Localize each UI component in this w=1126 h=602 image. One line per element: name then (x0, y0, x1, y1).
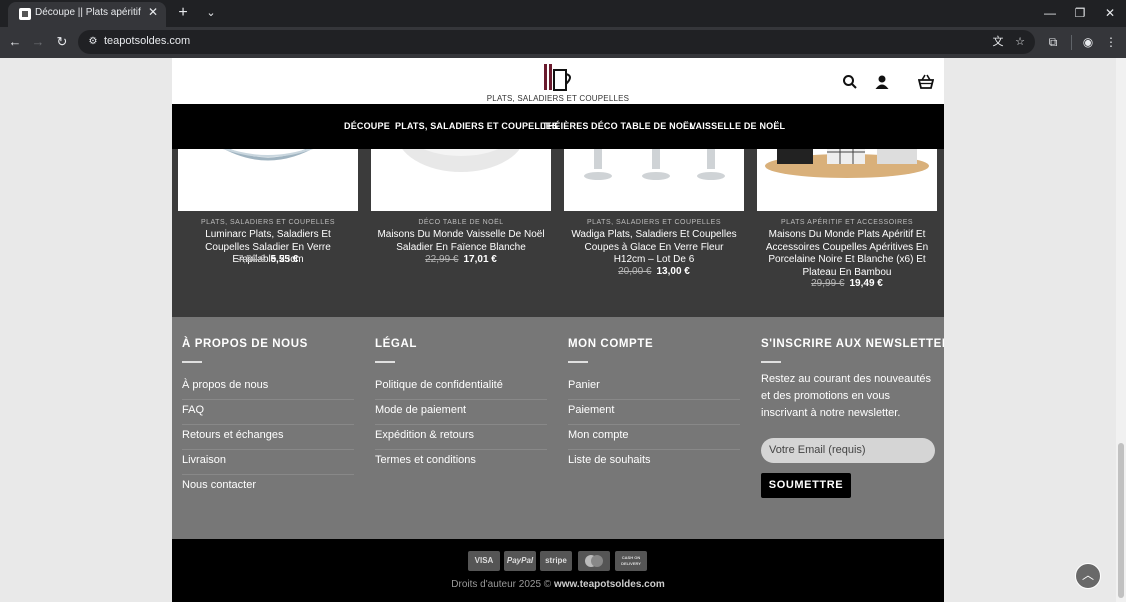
heading-divider (761, 361, 781, 363)
visa-icon: VISA (468, 551, 500, 571)
page-scrollbar[interactable] (1116, 58, 1126, 602)
newsletter-email-input[interactable]: Votre Email (requis) (761, 438, 935, 463)
reload-icon[interactable]: ↻ (53, 33, 71, 51)
site-footer: À PROPOS DE NOUS À propos de nous FAQ Re… (172, 317, 944, 539)
profile-icon[interactable]: ◉ (1079, 33, 1097, 51)
footer-heading: À PROPOS DE NOUS (182, 338, 308, 350)
restore-button[interactable]: ❐ (1071, 4, 1089, 22)
price-row: 29,99 € 19,49 € (757, 278, 937, 289)
chevron-up-icon: ︿ (1081, 568, 1094, 582)
footer-heading: MON COMPTE (568, 338, 654, 350)
product-title[interactable]: Maisons Du Monde Vaisselle De Noël Salad… (375, 229, 547, 254)
site-header: PLATS, SALADIERS ET COUPELLES (172, 58, 944, 104)
footer-heading: LÉGAL (375, 338, 417, 350)
footer-link[interactable]: Termes et conditions (375, 450, 547, 475)
footer-link[interactable]: Liste de souhaits (568, 450, 740, 475)
price-row: 7,50 € 5,55 € (178, 254, 358, 265)
minimize-button[interactable]: — (1041, 4, 1059, 22)
extensions-icon[interactable]: ⧉ (1044, 33, 1062, 51)
toolbar-separator (1071, 35, 1072, 50)
back-to-top-button[interactable]: ︿ (1075, 563, 1101, 589)
url-text: teapotsoldes.com (104, 35, 191, 47)
forward-arrow-icon[interactable]: → (29, 33, 47, 51)
menu-kebab-icon[interactable]: ⋮ (1102, 33, 1120, 51)
teapot-logo-icon (544, 64, 571, 91)
product-category[interactable]: PLATS, SALADIERS ET COUPELLES (178, 219, 358, 226)
nav-item-vaisselle-noel[interactable]: VAISSELLE DE NOËL (690, 121, 785, 131)
site-logo[interactable]: PLATS, SALADIERS ET COUPELLES (482, 62, 634, 103)
cash-on-delivery-icon: CASH ON DELIVERY (615, 551, 647, 571)
user-account-icon[interactable] (874, 74, 890, 90)
heading-divider (182, 361, 202, 363)
browser-toolbar: ← → ↻ ⚙ teapotsoldes.com 文 ☆ ⧉ ◉ ⋮ (0, 27, 1126, 58)
price-row: 22,99 € 17,01 € (371, 254, 551, 265)
footer-bottom-bar: VISA PayPal stripe CASH ON DELIVERY Droi… (172, 539, 944, 602)
footer-link[interactable]: Politique de confidentialité (375, 375, 547, 400)
footer-link[interactable]: Nous contacter (182, 475, 354, 500)
new-price: 17,01 € (463, 254, 497, 265)
scrollbar-thumb[interactable] (1118, 443, 1124, 598)
tab-title: Découpe || Plats apéritif et acce (35, 7, 143, 18)
nav-item-plats[interactable]: PLATS, SALADIERS ET COUPELLES (395, 121, 558, 131)
footer-heading: S'INSCRIRE AUX NEWSLETTERS (761, 338, 944, 350)
nav-item-theieres[interactable]: THÉIÈRES (542, 121, 589, 131)
browser-tabstrip: Découpe || Plats apéritif et acce ✕ + ⌄ … (0, 0, 1126, 27)
footer-link[interactable]: Livraison (182, 450, 354, 475)
newsletter-text: Restez au courant des nouveautés et des … (761, 373, 932, 419)
product-title[interactable]: Maisons Du Monde Plats Apéritif Et Acces… (761, 229, 933, 279)
copyright-text: Droits d'auteur 2025 © www.teapotsoldes.… (172, 579, 944, 590)
old-price: 20,00 € (618, 266, 652, 277)
new-price: 5,55 € (270, 254, 299, 265)
nav-item-decoupe[interactable]: DÉCOUPE (344, 121, 390, 131)
bookmark-star-icon[interactable]: ☆ (1013, 35, 1027, 49)
product-category[interactable]: PLATS APÉRITIF ET ACCESSOIRES (757, 219, 937, 226)
product-category[interactable]: PLATS, SALADIERS ET COUPELLES (564, 219, 744, 226)
footer-link[interactable]: Panier (568, 375, 740, 400)
product-title[interactable]: Wadiga Plats, Saladiers Et Coupelles Cou… (568, 229, 740, 267)
main-nav: DÉCOUPE PLATS, SALADIERS ET COUPELLES TH… (172, 104, 944, 149)
translate-icon[interactable]: 文 (991, 35, 1005, 49)
web-page: PLATS, SALADIERS ET COUPELLES Luminarc P… (172, 58, 944, 602)
old-price: 22,99 € (425, 254, 459, 265)
nav-item-deco-noel[interactable]: DÉCO TABLE DE NOËL (591, 121, 695, 131)
footer-link[interactable]: Mode de paiement (375, 400, 547, 425)
footer-link[interactable]: FAQ (182, 400, 354, 425)
price-row: 20,00 € 13,00 € (564, 266, 744, 277)
new-price: 13,00 € (656, 266, 690, 277)
browser-tab[interactable]: Découpe || Plats apéritif et acce ✕ (8, 2, 166, 27)
footer-link[interactable]: Expédition & retours (375, 425, 547, 450)
back-arrow-icon[interactable]: ← (6, 33, 24, 51)
mastercard-icon (578, 551, 610, 571)
old-price: 29,99 € (811, 278, 845, 289)
address-bar[interactable]: ⚙ teapotsoldes.com 文 ☆ (78, 30, 1035, 54)
tab-search-icon[interactable]: ⌄ (202, 4, 220, 22)
footer-link[interactable]: Retours et échanges (182, 425, 354, 450)
heading-divider (375, 361, 395, 363)
new-tab-button[interactable]: + (174, 4, 192, 22)
copyright-site-link[interactable]: www.teapotsoldes.com (554, 579, 665, 590)
favicon-icon (19, 8, 31, 20)
search-icon[interactable] (842, 74, 858, 90)
site-info-icon[interactable]: ⚙ (86, 35, 100, 49)
basket-icon[interactable] (918, 74, 934, 90)
logo-text: PLATS, SALADIERS ET COUPELLES (486, 94, 630, 103)
tab-close-icon[interactable]: ✕ (146, 5, 160, 19)
stripe-icon: stripe (540, 551, 572, 571)
paypal-icon: PayPal (504, 551, 536, 571)
footer-link[interactable]: À propos de nous (182, 375, 354, 400)
old-price: 7,50 € (237, 254, 266, 265)
product-category[interactable]: DÉCO TABLE DE NOËL (371, 219, 551, 226)
footer-link[interactable]: Paiement (568, 400, 740, 425)
new-price: 19,49 € (849, 278, 883, 289)
newsletter-submit-button[interactable]: SOUMETTRE (761, 473, 851, 498)
mastercard-circles-icon (585, 555, 603, 567)
close-window-button[interactable]: ✕ (1101, 4, 1119, 22)
heading-divider (568, 361, 588, 363)
footer-link[interactable]: Mon compte (568, 425, 740, 450)
copyright-prefix: Droits d'auteur 2025 © (451, 579, 552, 590)
